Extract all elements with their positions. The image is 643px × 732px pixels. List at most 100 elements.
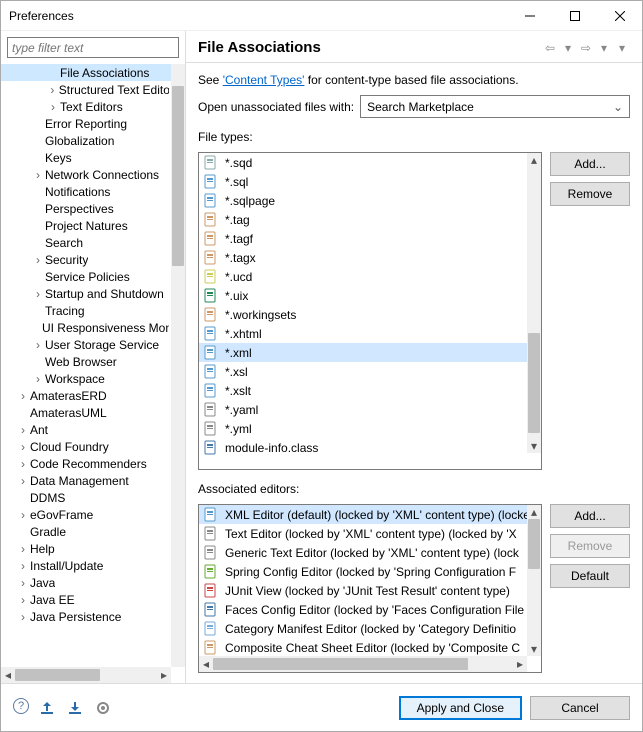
list-item[interactable]: Category Manifest Editor (locked by 'Cat… — [199, 619, 527, 638]
nav-back-icon[interactable]: ⇦ — [542, 40, 558, 56]
expander-icon[interactable]: › — [16, 593, 30, 607]
tree-item[interactable]: ›Java EE — [1, 591, 171, 608]
expander-icon[interactable]: › — [31, 168, 45, 182]
expander-icon[interactable]: › — [16, 457, 30, 471]
tree-item[interactable]: ›Startup and Shutdown — [1, 285, 171, 302]
list-item[interactable]: Faces Config Editor (locked by 'Faces Co… — [199, 600, 527, 619]
list-item[interactable]: Spring Config Editor (locked by 'Spring … — [199, 562, 527, 581]
tree-item[interactable]: File Associations — [1, 64, 171, 81]
expander-icon[interactable]: › — [46, 100, 60, 114]
tree-item[interactable]: ›Structured Text Editors — [1, 81, 171, 98]
list-item[interactable]: Text Editor (locked by 'XML' content typ… — [199, 524, 527, 543]
tree-item[interactable]: Gradle — [1, 523, 171, 540]
oomph-icon[interactable] — [93, 698, 113, 718]
expander-icon[interactable]: › — [16, 542, 30, 556]
expander-icon[interactable]: › — [31, 338, 45, 352]
expander-icon[interactable]: › — [16, 576, 30, 590]
tree-item[interactable]: Service Policies — [1, 268, 171, 285]
tree-item[interactable]: ›Install/Update — [1, 557, 171, 574]
list-item[interactable]: *.sqlpage — [199, 191, 527, 210]
expander-icon[interactable]: › — [31, 253, 45, 267]
list-item[interactable]: *.ucd — [199, 267, 527, 286]
minimize-button[interactable] — [507, 1, 552, 30]
editors-hscroll[interactable]: ◂ ▸ — [199, 656, 527, 672]
list-item[interactable]: Composite Cheat Sheet Editor (locked by … — [199, 638, 527, 657]
editors-vscroll[interactable]: ▴ ▾ — [527, 505, 541, 656]
scroll-right-icon[interactable]: ▸ — [157, 668, 171, 682]
list-item[interactable]: *.tagf — [199, 229, 527, 248]
open-mode-combo[interactable]: Search Marketplace ⌄ — [360, 95, 630, 118]
apply-close-button[interactable]: Apply and Close — [399, 696, 522, 720]
list-item[interactable]: module-info.class — [199, 438, 527, 455]
nav-forward-menu-icon[interactable]: ▾ — [596, 40, 612, 56]
scroll-right-icon[interactable]: ▸ — [513, 657, 527, 671]
list-item[interactable]: XML Editor (default) (locked by 'XML' co… — [199, 505, 527, 524]
tree-item[interactable]: Project Natures — [1, 217, 171, 234]
filetypes-vscroll[interactable]: ▴ ▾ — [527, 153, 541, 453]
tree-item[interactable]: ›Java — [1, 574, 171, 591]
expander-icon[interactable]: › — [16, 440, 30, 454]
tree-item[interactable]: ›Java Persistence — [1, 608, 171, 625]
tree-item[interactable]: ›Data Management — [1, 472, 171, 489]
maximize-button[interactable] — [552, 1, 597, 30]
list-item[interactable]: Generic Text Editor (locked by 'XML' con… — [199, 543, 527, 562]
tree-item[interactable]: Perspectives — [1, 200, 171, 217]
tree-item[interactable]: Tracing — [1, 302, 171, 319]
expander-icon[interactable]: › — [16, 508, 30, 522]
tree-item[interactable]: Keys — [1, 149, 171, 166]
tree-item[interactable]: ›Workspace — [1, 370, 171, 387]
tree-item[interactable]: ›Network Connections — [1, 166, 171, 183]
tree-item[interactable]: ›Code Recommenders — [1, 455, 171, 472]
scroll-left-icon[interactable]: ◂ — [199, 657, 213, 671]
tree-item[interactable]: ›Ant — [1, 421, 171, 438]
expander-icon[interactable]: › — [31, 287, 45, 301]
tree-item[interactable]: ›AmaterasERD — [1, 387, 171, 404]
editors-remove-button[interactable]: Remove — [550, 534, 630, 558]
list-item[interactable]: *.xslt — [199, 381, 527, 400]
expander-icon[interactable]: › — [31, 372, 45, 386]
expander-icon[interactable]: › — [16, 474, 30, 488]
filetypes-remove-button[interactable]: Remove — [550, 182, 630, 206]
tree-item[interactable]: Search — [1, 234, 171, 251]
filter-input[interactable] — [7, 37, 179, 58]
tree-item[interactable]: ›Security — [1, 251, 171, 268]
preferences-tree[interactable]: File Associations›Structured Text Editor… — [1, 64, 171, 667]
expander-icon[interactable]: › — [16, 423, 30, 437]
nav-forward-icon[interactable]: ⇨ — [578, 40, 594, 56]
list-item[interactable]: *.xsl — [199, 362, 527, 381]
list-item[interactable]: *.tag — [199, 210, 527, 229]
scroll-down-icon[interactable]: ▾ — [527, 642, 541, 656]
nav-back-menu-icon[interactable]: ▾ — [560, 40, 576, 56]
tree-item[interactable]: Web Browser — [1, 353, 171, 370]
import-icon[interactable] — [37, 698, 57, 718]
close-button[interactable] — [597, 1, 642, 30]
sidebar-vscroll[interactable] — [171, 64, 185, 667]
expander-icon[interactable]: › — [16, 559, 30, 573]
editors-list[interactable]: XML Editor (default) (locked by 'XML' co… — [198, 504, 542, 673]
expander-icon[interactable]: › — [16, 610, 30, 624]
tree-item[interactable]: DDMS — [1, 489, 171, 506]
list-item[interactable]: *.xhtml — [199, 324, 527, 343]
list-item[interactable]: *.xml — [199, 343, 527, 362]
nav-menu-icon[interactable]: ▾ — [614, 40, 630, 56]
scroll-down-icon[interactable]: ▾ — [527, 439, 541, 453]
tree-item[interactable]: ›User Storage Service — [1, 336, 171, 353]
tree-item[interactable]: ›Help — [1, 540, 171, 557]
expander-icon[interactable]: › — [16, 389, 30, 403]
content-types-link[interactable]: 'Content Types' — [223, 73, 305, 87]
scroll-up-icon[interactable]: ▴ — [527, 153, 541, 167]
tree-item[interactable]: AmaterasUML — [1, 404, 171, 421]
list-item[interactable]: JUnit View (locked by 'JUnit Test Result… — [199, 581, 527, 600]
cancel-button[interactable]: Cancel — [530, 696, 630, 720]
list-item[interactable]: *.yml — [199, 419, 527, 438]
filetypes-list[interactable]: *.sqd*.sql*.sqlpage*.tag*.tagf*.tagx*.uc… — [198, 152, 542, 470]
scroll-left-icon[interactable]: ◂ — [1, 668, 15, 682]
filetypes-add-button[interactable]: Add... — [550, 152, 630, 176]
tree-item[interactable]: Error Reporting — [1, 115, 171, 132]
tree-item[interactable]: Globalization — [1, 132, 171, 149]
editors-default-button[interactable]: Default — [550, 564, 630, 588]
editors-add-button[interactable]: Add... — [550, 504, 630, 528]
list-item[interactable]: *.sqd — [199, 153, 527, 172]
scroll-up-icon[interactable]: ▴ — [527, 505, 541, 519]
help-icon[interactable]: ? — [13, 698, 29, 714]
